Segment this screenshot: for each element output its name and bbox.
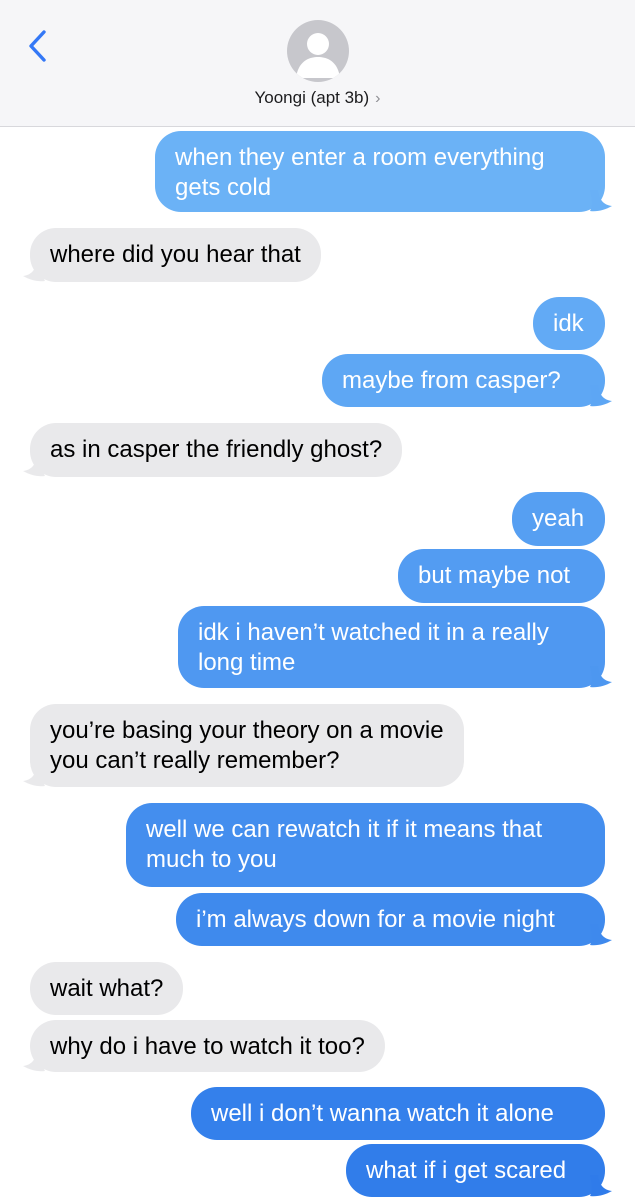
outgoing-message-bubble[interactable]: but maybe not (398, 549, 605, 603)
message-text-line: long time (198, 649, 296, 676)
incoming-message-bubble[interactable]: as in casper the friendly ghost? (23, 423, 403, 477)
message-text-line: yeah (532, 505, 585, 532)
message-thread[interactable]: when they enter a room everything gets co… (0, 0, 635, 1200)
message-text-line: why do i have to watch it too? (50, 1033, 365, 1060)
bubble-tail (590, 1175, 612, 1197)
outgoing-message-bubble[interactable]: yeah (512, 492, 605, 546)
bubble-tail (590, 666, 612, 688)
message-text-line: idk (553, 310, 584, 337)
message-text-line: wait what? (50, 975, 164, 1002)
message-text-line: maybe from casper? (342, 367, 561, 394)
message-text-line: you’re basing your theory on a movie (50, 717, 444, 744)
outgoing-message-bubble[interactable]: well i don’t wanna watch it alone (191, 1087, 605, 1140)
message-text-line: well i don’t wanna watch it alone (211, 1100, 554, 1127)
bubble-tail (590, 924, 612, 946)
message-text-line: as in casper the friendly ghost? (50, 436, 383, 463)
outgoing-message-bubble[interactable]: well we can rewatch it if it means that m… (126, 803, 605, 887)
message-text-line: when they enter a room everything (175, 144, 545, 171)
outgoing-message-bubble[interactable]: when they enter a room everything gets co… (155, 131, 612, 212)
outgoing-message-bubble[interactable]: idk (533, 297, 605, 350)
message-text-line: where did you hear that (50, 241, 301, 268)
bubble-tail (23, 765, 45, 787)
message-text-line: well we can rewatch it if it means that (146, 816, 543, 843)
incoming-message-bubble[interactable]: where did you hear that (23, 228, 321, 282)
incoming-message-bubble[interactable]: you’re basing your theory on a movie you … (23, 704, 464, 787)
outgoing-message-bubble[interactable]: i’m always down for a movie night (176, 893, 612, 946)
message-text-line: idk i haven’t watched it in a really (198, 619, 549, 646)
bubble-tail (590, 385, 612, 407)
outgoing-message-bubble[interactable]: idk i haven’t watched it in a really long… (178, 606, 612, 688)
bubble-tail (590, 190, 612, 212)
bubble-tail (23, 455, 45, 477)
outgoing-message-bubble[interactable]: maybe from casper? (322, 354, 612, 407)
incoming-message-bubble[interactable]: why do i have to watch it too? (23, 1020, 385, 1072)
message-text-line: i’m always down for a movie night (196, 906, 555, 933)
message-text-line: much to you (146, 846, 277, 873)
outgoing-message-bubble[interactable]: what if i get scared (346, 1144, 612, 1197)
message-text-line: gets cold (175, 174, 272, 201)
incoming-message-bubble[interactable]: wait what? (30, 962, 184, 1015)
message-text-line: what if i get scared (366, 1157, 567, 1184)
message-text-line: but maybe not (418, 562, 571, 589)
bubble-tail (23, 260, 45, 282)
message-text-line: you can’t really remember? (50, 747, 340, 774)
bubble-tail (23, 1050, 45, 1072)
